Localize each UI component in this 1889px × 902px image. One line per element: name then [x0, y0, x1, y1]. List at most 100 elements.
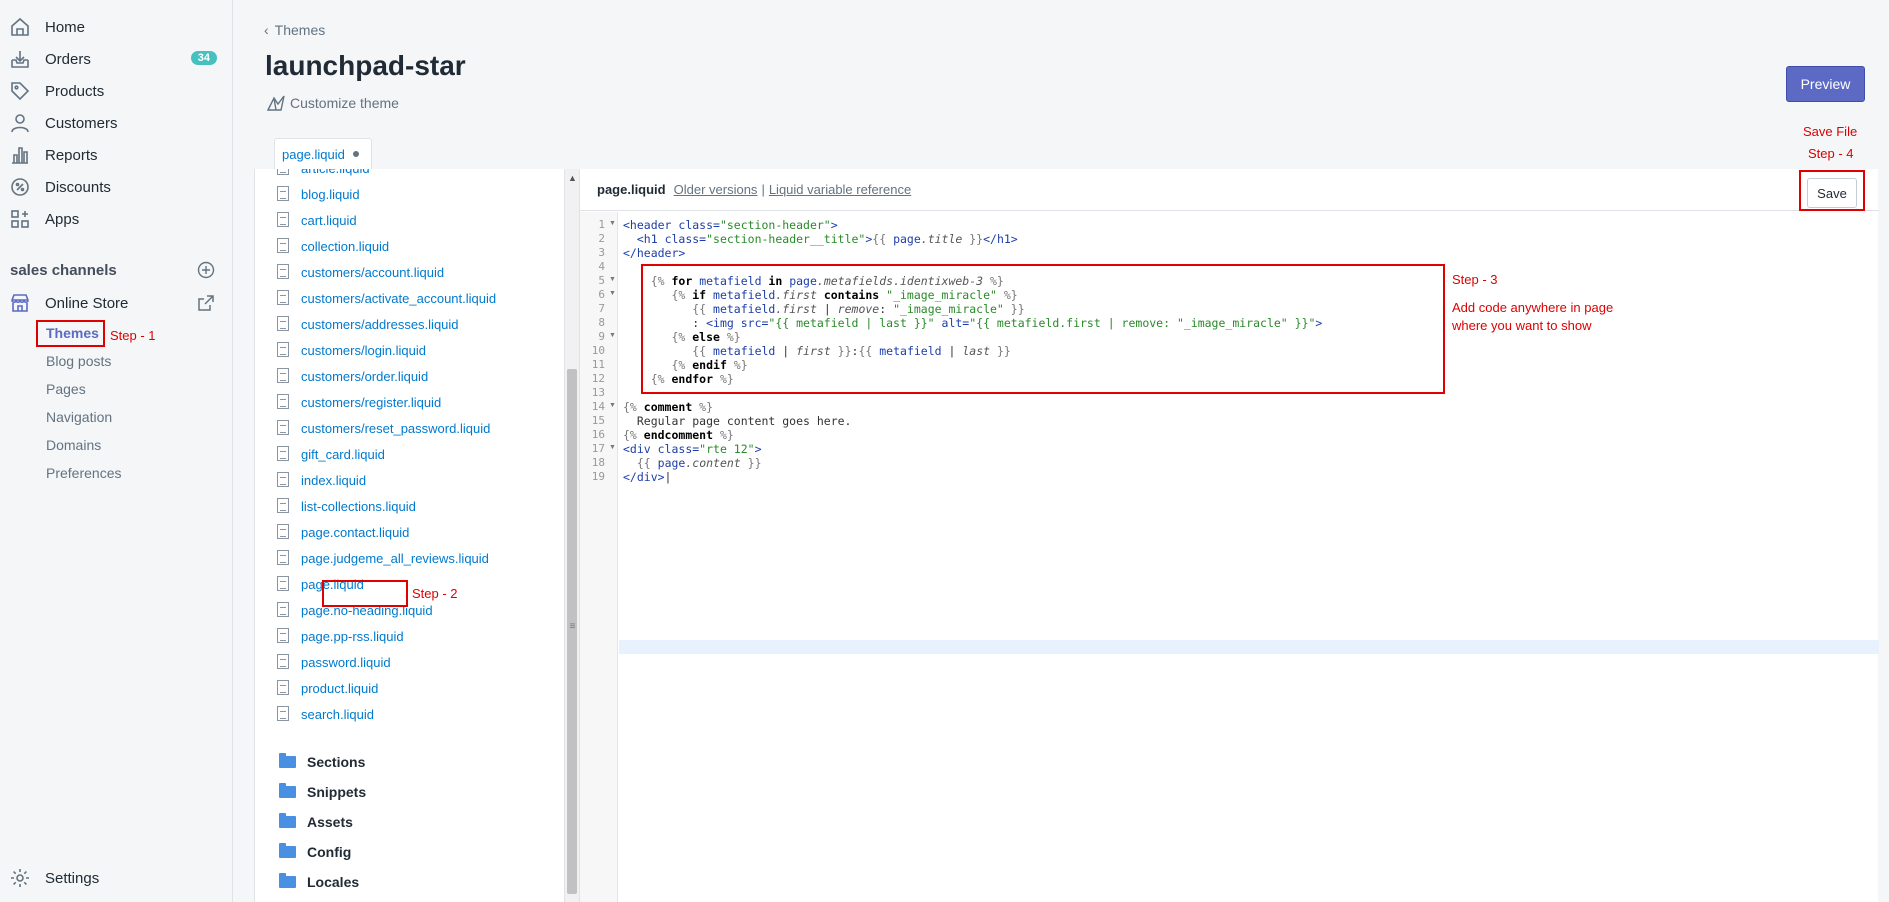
file-tree-scrollbar[interactable]: ▲ ≡ — [564, 169, 579, 902]
file-item[interactable]: customers/addresses.liquid — [277, 313, 459, 335]
sub-item-blog-posts[interactable]: Blog posts — [46, 353, 111, 369]
older-versions-link[interactable]: Older versions — [674, 182, 758, 197]
editor-header: page.liquid Older versions | Liquid vari… — [580, 169, 1879, 211]
step3-highlight — [641, 264, 1445, 394]
file-icon — [277, 420, 289, 435]
file-icon — [277, 394, 289, 409]
nav-label: Reports — [45, 146, 98, 164]
fold-arrow-icon[interactable]: ▼ — [609, 444, 616, 451]
file-name: customers/reset_password.liquid — [301, 420, 491, 436]
step3-label: Step - 3 — [1452, 272, 1498, 287]
file-item[interactable]: page.contact.liquid — [277, 521, 409, 543]
fold-arrow-icon[interactable]: ▼ — [609, 220, 616, 227]
file-name: customers/register.liquid — [301, 394, 442, 410]
step2-label: Step - 2 — [412, 586, 458, 601]
nav-settings[interactable]: Settings — [0, 863, 233, 893]
file-item[interactable]: index.liquid — [277, 469, 367, 491]
folder-item[interactable]: Snippets — [279, 783, 366, 800]
nav-orders[interactable]: Orders 34 — [0, 44, 233, 74]
file-name: list-collections.liquid — [301, 498, 416, 514]
line-number: 13 — [591, 386, 605, 399]
file-item[interactable]: product.liquid — [277, 677, 378, 699]
nav-label: Products — [45, 82, 105, 100]
step2-highlight — [322, 580, 408, 607]
tab-page-liquid[interactable]: page.liquid — [274, 138, 372, 169]
breadcrumb[interactable]: ‹ Themes — [264, 22, 325, 38]
folder-item[interactable]: Assets — [279, 813, 353, 830]
nav-home[interactable]: Home — [0, 12, 233, 42]
fold-arrow-icon[interactable]: ▼ — [609, 290, 616, 297]
fold-arrow-icon[interactable]: ▼ — [609, 276, 616, 283]
file-name: index.liquid — [301, 472, 367, 488]
sub-item-navigation[interactable]: Navigation — [46, 409, 112, 425]
file-icon — [277, 316, 289, 331]
file-name: search.liquid — [301, 706, 374, 722]
code-line: <div class="rte 12"> — [623, 442, 762, 456]
nav-reports[interactable]: Reports — [0, 140, 233, 170]
current-line-highlight — [619, 640, 1879, 654]
file-icon — [277, 680, 289, 695]
file-item[interactable]: page.judgeme_all_reviews.liquid — [277, 547, 489, 569]
file-item[interactable]: customers/reset_password.liquid — [277, 417, 491, 439]
code-line: </div>| — [623, 470, 672, 484]
line-number: 6 — [598, 288, 605, 301]
customize-theme-link[interactable]: Customize theme — [266, 94, 399, 112]
file-item[interactable]: cart.liquid — [277, 209, 357, 231]
file-item[interactable]: article.liquid — [277, 169, 370, 179]
store-icon — [9, 292, 31, 314]
breadcrumb-label: Themes — [274, 22, 326, 38]
file-item[interactable]: blog.liquid — [277, 183, 360, 205]
nav-label: Settings — [45, 869, 100, 887]
file-icon — [277, 186, 289, 201]
file-name: blog.liquid — [301, 186, 360, 202]
file-icon — [277, 550, 289, 565]
sub-item-domains[interactable]: Domains — [46, 437, 101, 453]
nav-label: Home — [45, 18, 86, 36]
line-number: 14 — [591, 400, 605, 413]
resize-grip-icon[interactable]: ≡ — [565, 621, 580, 632]
customize-label: Customize theme — [290, 95, 399, 111]
nav-products[interactable]: Products — [0, 76, 233, 106]
line-number: 17 — [591, 442, 605, 455]
sub-item-pages[interactable]: Pages — [46, 381, 86, 397]
file-item[interactable]: customers/activate_account.liquid — [277, 287, 496, 309]
code-line: {% endcomment %} — [623, 428, 734, 442]
nav-label: Customers — [45, 114, 118, 132]
step1-highlight — [36, 320, 105, 347]
file-item[interactable]: collection.liquid — [277, 235, 389, 257]
preview-button[interactable]: Preview — [1786, 66, 1865, 102]
file-icon — [277, 446, 289, 461]
file-icon — [277, 576, 289, 591]
file-item[interactable]: search.liquid — [277, 703, 374, 725]
bar-chart-icon — [9, 144, 31, 166]
file-item[interactable]: list-collections.liquid — [277, 495, 416, 517]
file-name: page.judgeme_all_reviews.liquid — [301, 550, 489, 566]
line-number: 19 — [591, 470, 605, 483]
nav-apps[interactable]: Apps — [0, 204, 233, 234]
file-item[interactable]: customers/login.liquid — [277, 339, 426, 361]
folder-item[interactable]: Locales — [279, 873, 359, 890]
sub-item-preferences[interactable]: Preferences — [46, 465, 121, 481]
add-channel-icon[interactable] — [197, 261, 215, 279]
folder-item[interactable]: Config — [279, 843, 351, 860]
liquid-reference-link[interactable]: Liquid variable reference — [769, 182, 911, 197]
file-item[interactable]: customers/register.liquid — [277, 391, 442, 413]
line-number: 5 — [598, 274, 605, 287]
scroll-up-arrow-icon[interactable]: ▲ — [568, 173, 577, 183]
file-item[interactable]: password.liquid — [277, 651, 391, 673]
fold-arrow-icon[interactable]: ▼ — [609, 332, 616, 339]
folder-icon — [279, 843, 296, 858]
folder-item[interactable]: Sections — [279, 753, 365, 770]
line-number: 18 — [591, 456, 605, 469]
nav-discounts[interactable]: Discounts — [0, 172, 233, 202]
external-link-icon[interactable] — [196, 293, 216, 313]
file-item[interactable]: customers/account.liquid — [277, 261, 444, 283]
folder-name: Assets — [307, 814, 353, 830]
code-line: <header class="section-header"> — [623, 218, 838, 232]
nav-customers[interactable]: Customers — [0, 108, 233, 138]
file-name: password.liquid — [301, 654, 391, 670]
file-item[interactable]: gift_card.liquid — [277, 443, 385, 465]
file-item[interactable]: page.pp-rss.liquid — [277, 625, 404, 647]
fold-arrow-icon[interactable]: ▼ — [609, 402, 616, 409]
file-item[interactable]: customers/order.liquid — [277, 365, 428, 387]
